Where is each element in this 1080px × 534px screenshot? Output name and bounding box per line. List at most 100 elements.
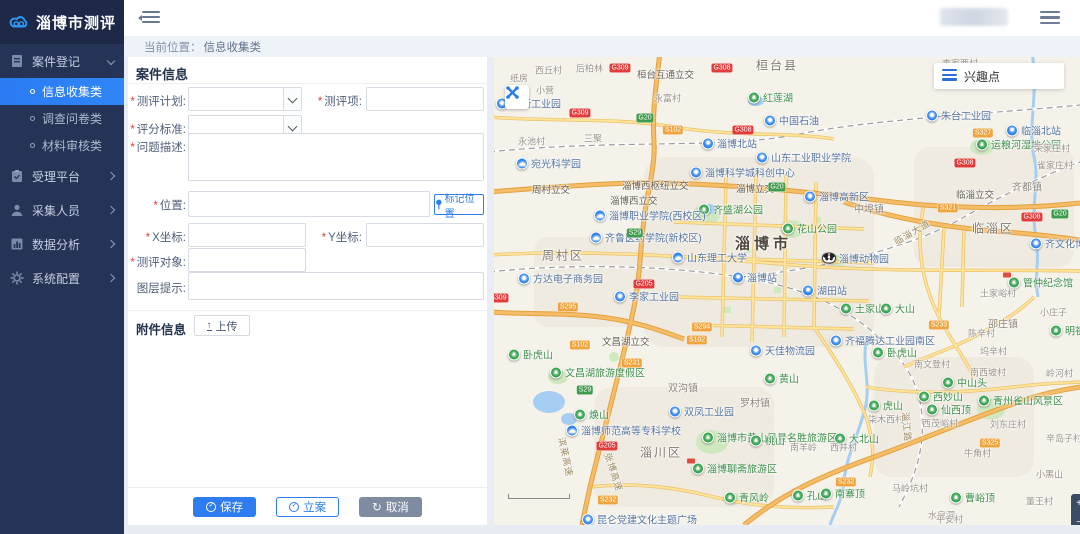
map-label: 大山 [895,301,915,316]
map-place-label: 平安村 [936,513,963,526]
map-poi: ▲桃山 [750,433,785,448]
map-label: 淄博西枢纽立交 [622,178,689,192]
road-number-badge: G205 [596,442,617,451]
sidebar-subitem-info-collect[interactable]: 信息收集类 [0,78,124,105]
road-number-badge: G20 [768,183,785,192]
road-number-badge: S321 [938,204,958,213]
map-place-label: 桓台互通立交 [637,67,694,81]
undo-icon: ↻ [372,500,382,514]
zoom-out-button[interactable]: − [1071,513,1080,525]
sidebar-subitem-material-review[interactable]: 材料审核类 [0,132,124,159]
map-place-label: 陈辛村 [968,327,995,340]
map-poi: ▲齐盛湖公园 [698,202,763,217]
map-place-label: 辛岛子村 [1046,432,1080,445]
map-label: 焕山 [589,407,609,422]
sidebar-item-accept-platform[interactable]: 受理平台 [0,159,124,193]
map-place-label: 马岭坑村 [892,482,928,495]
map-poi: ■临淄北站 [1006,123,1061,138]
map-place-label: 纸房 [510,72,528,85]
map-poi: ▲管仲纪念馆 [1008,275,1073,290]
map-place-label: 周村区 [542,247,584,264]
chevron-right-icon [107,172,115,180]
map-label: 南羊岭 [790,441,817,454]
chevron-right-icon [107,240,115,248]
cancel-button[interactable]: ↻ 取消 [359,497,422,517]
map-marker-icon: ▲ [942,376,954,388]
register-case-button[interactable]: 立案 [276,497,339,517]
clipboard-icon [10,169,24,183]
map-label: 红莲湖 [763,90,793,105]
map-place-label: 小黑山 [1036,468,1063,481]
map-tools-button[interactable] [505,85,529,109]
map-label: 昆仑党建文化主题广场 [597,512,697,526]
map-label: 明祖山 [1065,323,1080,338]
location-input[interactable] [188,191,430,217]
menu-fold-icon[interactable] [142,11,160,25]
map-label: 虎山 [883,398,903,413]
bullet-icon [30,143,35,148]
map-label: 永池村 [518,135,545,148]
map-poi: ▲中山头 [942,375,987,390]
map-marker-icon: ▲ [978,394,990,406]
map-place-label: 南羊岭 [790,441,817,454]
sidebar-item-case-register[interactable]: 案件登记 [0,44,124,78]
map-zoom-control[interactable]: + − [1071,494,1080,525]
mark-location-button[interactable]: 标记位置 [434,194,484,215]
zoom-in-button[interactable]: + [1071,494,1080,513]
road-number-badge: S102 [663,126,683,135]
map-marker-icon: ▲ [748,91,760,103]
map-label: 临淄区 [972,220,1014,237]
road-number-badge: S232 [836,478,856,487]
x-coord-input[interactable] [188,223,306,247]
gear-icon [10,271,24,285]
map-marker-icon: ◆ [690,166,702,178]
map-poi: ◆昆仑党建文化主题广场 [582,512,697,526]
upload-icon: ↑ [207,321,212,331]
sidebar-subitem-survey[interactable]: 调查问卷类 [0,105,124,132]
map-label: 中国石油 [779,113,819,128]
road-number-badge: S325 [980,439,1000,448]
map-marker-icon: ☁ [516,157,528,169]
map-marker-icon: ▲ [976,138,988,150]
app-title: 淄博市测评 [36,12,116,33]
map-place-label: 岭河村 [1046,367,1073,380]
item-label: *测评项: [306,93,362,109]
hamburger-menu-icon[interactable] [1040,11,1060,25]
map-place-label: 淄博西枢纽立交 [622,178,689,192]
map-marker-icon: ▲ [574,408,586,420]
map-poi: ▲黄山 [764,371,799,386]
map-marker-icon: ◆ [756,151,768,163]
map-poi: ◆双凤工业园 [669,404,734,419]
map-label: 齐文化博物馆 [1045,236,1080,251]
section-title: 案件信息 [136,64,188,83]
upload-button[interactable]: ↑ 上传 [194,315,250,336]
map-label: 仙西顶 [941,402,971,417]
target-input[interactable] [188,248,306,272]
desc-textarea[interactable] [188,133,484,181]
map-place-label: 西丘村 [535,64,562,77]
map-label: 三聚 [584,132,602,145]
map-poi: ▲青州雀山风景区 [978,393,1063,408]
map-poi: ▲仙西顶 [926,402,971,417]
map-label: 双凤工业园 [684,404,734,419]
sidebar-item-collectors[interactable]: 采集人员 [0,193,124,227]
save-button[interactable]: 保存 [193,497,256,517]
sidebar-item-system-config[interactable]: 系统配置 [0,261,124,295]
map-label: 岭河村 [1046,367,1073,380]
sidebar-item-data-analysis[interactable]: 数据分析 [0,227,124,261]
road-number-badge: G308 [1021,213,1042,222]
map-poi: ▲红莲湖 [748,90,793,105]
map-poi: ☁淄博职业学院(西校区) [594,208,706,223]
poi-panel-title: 兴趣点 [964,68,1000,85]
map-marker-icon: ▲ [550,366,562,378]
layer-input[interactable] [188,272,484,300]
map-marker-icon: ◆ [830,334,842,346]
y-coord-input[interactable] [366,223,484,247]
plan-select[interactable] [188,87,302,111]
item-input[interactable] [366,87,484,111]
map-canvas[interactable]: 西丘村纸房小营后柏林桓台互通立交永富村李家西村桓台县▲红莲湖◆中国石油◆创新工业… [494,57,1080,525]
poi-panel[interactable]: 兴趣点 [934,63,1064,89]
map-label: 淄江路 [899,411,915,442]
user-name-blurred[interactable] [940,8,1008,26]
road-number-badge: S233 [929,321,949,330]
